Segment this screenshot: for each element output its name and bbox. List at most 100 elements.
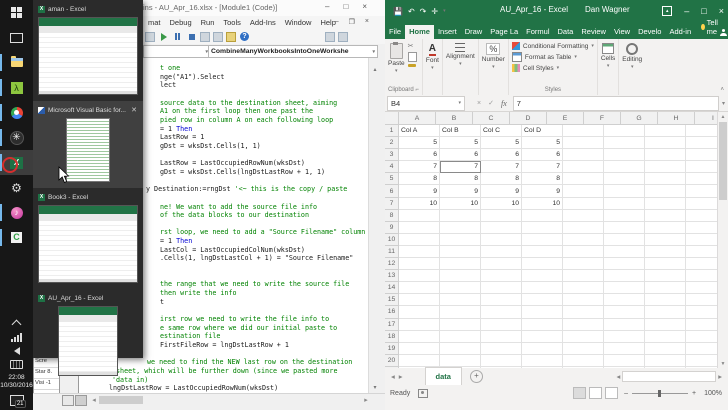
cell-A7[interactable]: 10 [399,197,440,210]
row-header-9[interactable]: 9 [385,221,399,234]
sheet-nav-left-icon[interactable]: ◂ [391,372,395,381]
cell-E14[interactable] [563,282,604,295]
cell-C12[interactable] [481,258,522,271]
clipboard-dialog-launcher[interactable]: ⌐ [415,87,419,93]
row-header-18[interactable]: 18 [385,330,399,343]
cell-B15[interactable] [440,294,481,307]
cell-G14[interactable] [645,282,686,295]
cell-E18[interactable] [563,330,604,343]
cell-F16[interactable] [604,306,645,319]
tab-file[interactable]: File [385,25,405,39]
cell-A18[interactable] [399,330,440,343]
cell-F3[interactable] [604,149,645,162]
zoom-level[interactable]: 100% [704,390,722,397]
taskbar-pinwheel-app-icon[interactable]: ✳ [0,125,33,150]
macro-record-icon[interactable] [418,388,429,398]
cell-C15[interactable] [481,294,522,307]
cell-H11[interactable] [686,246,718,259]
formula-input[interactable]: 7 [512,95,719,111]
cell-E1[interactable] [563,125,604,138]
row-header-8[interactable]: 8 [385,209,399,222]
cell-H10[interactable] [686,234,718,246]
cell-F13[interactable] [604,270,645,283]
taskbar-chrome-icon[interactable] [0,100,33,125]
cell-G7[interactable] [645,197,686,210]
scroll-left-icon[interactable]: ◂ [89,395,99,405]
row-header-15[interactable]: 15 [385,294,399,307]
cell-D3[interactable]: 6 [522,149,563,162]
toolbar-extra-icon-2[interactable] [338,31,348,42]
cell-F7[interactable] [604,197,645,210]
cell-C1[interactable]: Col C [481,125,522,138]
cell-F1[interactable] [604,125,645,138]
cut-icon[interactable]: ✂ [408,43,417,50]
cell-D5[interactable]: 8 [522,173,563,186]
cell-C11[interactable] [481,245,522,259]
menu-mat[interactable]: mat [148,18,161,27]
cell-H20[interactable] [686,355,718,367]
column-header-B[interactable]: B [436,112,473,125]
cell-D14[interactable] [522,282,563,295]
cell-H3[interactable] [686,149,718,162]
cell-E19[interactable] [563,342,604,355]
paste-button[interactable]: Paste ▾ [388,41,405,74]
cell-F9[interactable] [604,221,645,234]
excel-minimize-button[interactable]: – [684,6,689,16]
page-break-view-icon[interactable] [605,387,619,399]
confirm-entry-icon[interactable]: ✓ [488,99,494,107]
cell-D18[interactable] [522,330,563,343]
cell-G15[interactable] [645,294,686,307]
vba-child-minimize-button[interactable]: – [335,18,339,26]
cell-A4[interactable]: 7 [399,161,440,174]
cell-D15[interactable] [522,294,563,307]
cell-C17[interactable] [481,318,522,331]
cell-C2[interactable]: 5 [481,137,522,150]
normal-view-icon[interactable] [573,387,587,399]
column-header-I[interactable]: I [695,112,718,125]
cell-H13[interactable] [686,270,718,283]
cell-B5[interactable]: 8 [440,173,481,186]
row-header-17[interactable]: 17 [385,318,399,331]
cell-D12[interactable] [522,258,563,271]
cell-A13[interactable] [399,270,440,283]
cell-C6[interactable]: 9 [481,185,522,198]
cell-A1[interactable]: Col A [399,125,440,138]
cell-A8[interactable] [399,209,440,222]
cell-D13[interactable] [522,270,563,283]
cell-H5[interactable] [686,173,718,186]
cell-B3[interactable]: 6 [440,149,481,162]
cell-E3[interactable] [563,149,604,162]
cell-B16[interactable] [440,306,481,319]
tab-view[interactable]: View [610,25,634,39]
spreadsheet-grid[interactable]: A B C D E F G H I 1 Col A Col B Col C Col D2555536666… [385,112,718,368]
cell-C4[interactable]: 7 [481,161,522,174]
cell-A11[interactable] [399,245,440,259]
hscroll-thumb[interactable] [99,396,143,404]
taskbar-camtasia-icon[interactable]: C [0,225,33,250]
cell-B20[interactable] [440,354,481,367]
column-header-G[interactable]: G [621,112,658,125]
row-header-14[interactable]: 14 [385,282,399,295]
cell-H15[interactable] [686,294,718,307]
zoom-slider-thumb[interactable] [658,389,661,397]
cell-F2[interactable] [604,137,645,150]
cell-C8[interactable] [481,209,522,222]
cell-B9[interactable] [440,221,481,234]
cell-B11[interactable] [440,245,481,259]
cell-A10[interactable] [399,233,440,246]
cell-H12[interactable] [686,258,718,271]
cell-H18[interactable] [686,331,718,343]
cell-A15[interactable] [399,294,440,307]
vba-minimize-button[interactable]: – [325,2,329,11]
cell-G13[interactable] [645,270,686,283]
row-header-1[interactable]: 1 [385,125,399,138]
cell-F15[interactable] [604,294,645,307]
row-header-6[interactable]: 6 [385,185,399,198]
menu-debug[interactable]: Debug [170,18,192,27]
cell-G19[interactable] [645,342,686,355]
vba-vertical-scrollbar[interactable]: ▴ ▾ [368,58,381,393]
tab-page-la[interactable]: Page La [486,25,522,39]
excel-maximize-button[interactable]: □ [701,6,706,16]
taskbar-task-view-icon[interactable] [0,25,33,50]
tab-develo[interactable]: Develo [634,25,665,39]
